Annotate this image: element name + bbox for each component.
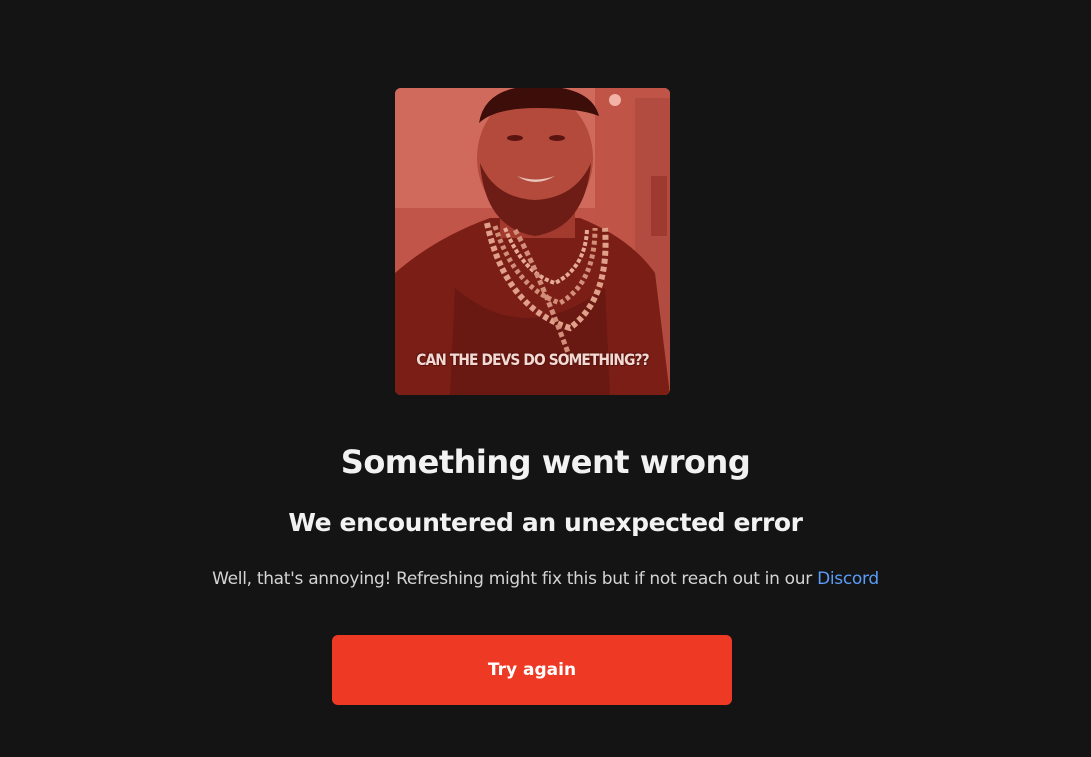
error-message: Well, that's annoying! Refreshing might …	[0, 569, 1091, 589]
error-meme-image: CAN THE DEVS DO SOMETHING??	[395, 88, 670, 395]
error-title: Something went wrong	[340, 443, 751, 481]
error-message-text: Well, that's annoying! Refreshing might …	[212, 569, 818, 589]
error-page: CAN THE DEVS DO SOMETHING?? Something we…	[0, 0, 1091, 757]
meme-caption: CAN THE DEVS DO SOMETHING??	[416, 350, 649, 369]
try-again-button[interactable]: Try again	[332, 635, 732, 705]
error-subtitle: We encountered an unexpected error	[288, 508, 803, 537]
discord-link[interactable]: Discord	[817, 569, 879, 589]
meme-illustration	[395, 88, 670, 395]
